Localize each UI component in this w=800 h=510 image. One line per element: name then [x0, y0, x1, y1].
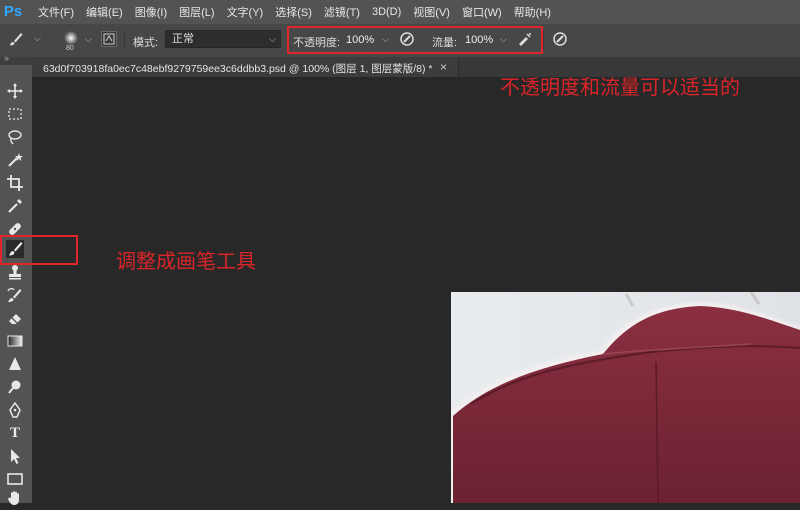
menu-3d[interactable]: 3D(D) — [372, 6, 401, 18]
divider — [543, 30, 544, 50]
type-tool-icon[interactable]: T — [6, 424, 24, 442]
menu-items: 文件(F) 编辑(E) 图像(I) 图层(L) 文字(Y) 选择(S) 滤镜(T… — [38, 0, 563, 24]
document-image — [451, 291, 800, 504]
toolbar-header[interactable]: » — [0, 53, 32, 65]
history-brush-tool-icon[interactable] — [6, 286, 24, 304]
annotation-opacity-flow: 不透明度和流量可以适当的 — [500, 75, 740, 99]
chevron-down-icon[interactable]: ⌵ — [85, 34, 92, 45]
menu-view[interactable]: 视图(V) — [413, 4, 450, 20]
brush-size-label: 80 — [66, 45, 74, 52]
lasso-tool-icon[interactable] — [6, 128, 24, 146]
pen-tool-icon[interactable] — [6, 401, 24, 419]
blend-mode-select[interactable]: 正常 ⌵ — [165, 30, 281, 48]
menu-select[interactable]: 选择(S) — [275, 4, 312, 20]
eraser-tool-icon[interactable] — [6, 309, 24, 327]
move-tool-icon[interactable] — [6, 82, 24, 100]
crop-tool-icon[interactable] — [6, 174, 24, 192]
shape-tool-icon[interactable] — [6, 470, 24, 488]
menu-help[interactable]: 帮助(H) — [514, 4, 551, 20]
close-icon[interactable]: × — [440, 60, 447, 74]
menu-file[interactable]: 文件(F) — [38, 4, 74, 20]
blur-tool-icon[interactable] — [6, 355, 24, 373]
menu-type[interactable]: 文字(Y) — [227, 4, 264, 20]
menu-layer[interactable]: 图层(L) — [179, 4, 214, 20]
gradient-tool-icon[interactable] — [6, 332, 24, 350]
divider — [124, 30, 125, 50]
pressure-size-icon[interactable] — [552, 31, 568, 47]
dodge-tool-icon[interactable] — [6, 378, 24, 396]
tools-panel: T — [0, 65, 32, 505]
menu-image[interactable]: 图像(I) — [135, 4, 167, 20]
highlight-box-options — [287, 26, 543, 54]
mode-label: 模式: — [133, 37, 159, 49]
marquee-tool-icon[interactable] — [6, 105, 24, 123]
annotation-brush-tool: 调整成画笔工具 — [116, 249, 256, 273]
menu-filter[interactable]: 滤镜(T) — [324, 4, 360, 20]
chevron-down-icon: ⌵ — [269, 34, 276, 44]
menu-window[interactable]: 窗口(W) — [462, 4, 502, 20]
brush-preset-icon[interactable] — [8, 31, 24, 47]
document-title[interactable]: 63d0f703918fa0ec7c48ebf9279759ee3c6ddbb3… — [43, 61, 433, 76]
highlight-box-brush-tool — [0, 235, 78, 265]
collapse-icon[interactable]: » — [4, 53, 9, 63]
stamp-tool-icon[interactable] — [6, 263, 24, 281]
menu-edit[interactable]: 编辑(E) — [86, 4, 123, 20]
blend-mode-value: 正常 — [172, 33, 194, 45]
eyedropper-tool-icon[interactable] — [6, 197, 24, 215]
chevron-down-icon[interactable]: ⌵ — [34, 33, 44, 43]
brush-panel-icon[interactable] — [101, 31, 117, 47]
photoshop-logo: Ps — [3, 3, 23, 20]
menu-bar: Ps 文件(F) 编辑(E) 图像(I) 图层(L) 文字(Y) 选择(S) 滤… — [0, 0, 800, 24]
path-select-tool-icon[interactable] — [6, 447, 24, 465]
quick-select-tool-icon[interactable] — [6, 151, 24, 169]
hand-tool-icon[interactable] — [6, 489, 24, 507]
